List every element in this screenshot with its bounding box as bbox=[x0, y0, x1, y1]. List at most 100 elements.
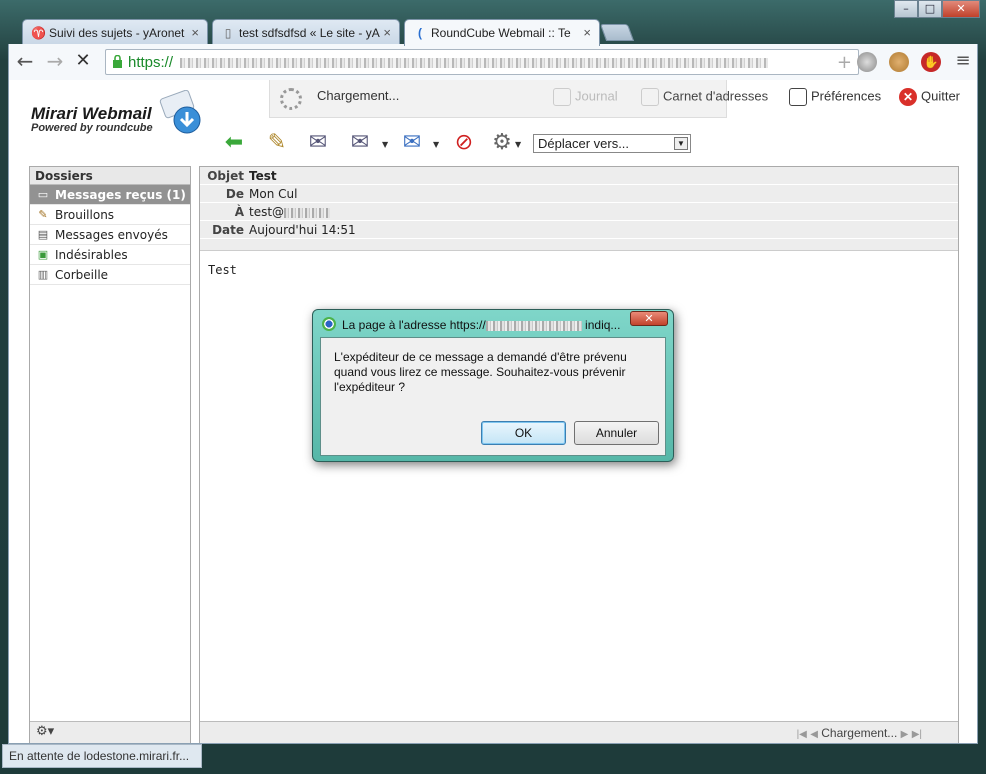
more-actions-gear-icon[interactable]: ⚙ bbox=[487, 128, 517, 158]
pagination: |◀ ◀ Chargement... ▶ ▶| bbox=[797, 722, 922, 743]
pagination-status: Chargement... bbox=[821, 726, 898, 740]
prev-page-icon[interactable]: ◀ bbox=[810, 729, 818, 740]
folder-label: Messages envoyés bbox=[55, 228, 168, 242]
date-value: Aujourd'hui 14:51 bbox=[249, 223, 356, 237]
menu-icon[interactable]: ≡ bbox=[951, 50, 975, 74]
tab-yaronet-subjects[interactable]: ♈ Suivi des sujets - yAronet × bbox=[22, 19, 208, 45]
preferences-link[interactable]: Préférences bbox=[789, 88, 881, 110]
folders-footer: ⚙▾ bbox=[30, 721, 190, 743]
more-actions-dropdown-icon[interactable]: ▼ bbox=[515, 140, 521, 149]
message-footer: |◀ ◀ Chargement... ▶ ▶| bbox=[200, 721, 958, 743]
address-book-icon bbox=[641, 88, 659, 106]
webmail-logo-icon bbox=[159, 90, 201, 134]
cancel-button[interactable]: Annuler bbox=[574, 421, 659, 445]
contacts-label: Carnet d'adresses bbox=[663, 88, 769, 104]
reply-all-icon[interactable]: ✉ bbox=[345, 128, 375, 158]
spinner-icon bbox=[280, 88, 302, 110]
subject-value: Test bbox=[249, 169, 277, 183]
folder-trash[interactable]: ▥ Corbeille bbox=[30, 265, 190, 285]
forward-arrow-icon[interactable]: → bbox=[43, 50, 67, 74]
back-to-list-icon[interactable]: ⬅ bbox=[219, 128, 249, 158]
reply-all-dropdown-icon[interactable]: ▼ bbox=[382, 140, 388, 149]
dialog-title-prefix: La page à l'adresse https:// bbox=[342, 318, 486, 332]
folder-label: Indésirables bbox=[55, 248, 128, 262]
browser-window: ♈ Suivi des sujets - yAronet × ▯ test sd… bbox=[0, 0, 986, 774]
dialog-close-button[interactable]: ✕ bbox=[630, 311, 668, 326]
from-value[interactable]: Mon Cul bbox=[249, 185, 297, 203]
journal-label: Journal bbox=[575, 88, 618, 104]
quit-link[interactable]: ✕ Quitter bbox=[899, 88, 960, 110]
last-page-icon[interactable]: ▶| bbox=[912, 729, 922, 740]
url-scheme: https:// bbox=[128, 54, 174, 71]
preferences-icon bbox=[789, 88, 807, 106]
from-label: De bbox=[225, 187, 244, 201]
loading-icon: ( bbox=[418, 26, 422, 40]
message-body: Test bbox=[208, 263, 237, 277]
journal-link[interactable]: Journal bbox=[553, 88, 618, 110]
maximize-button[interactable]: □ bbox=[918, 0, 942, 18]
new-tab-button[interactable] bbox=[599, 24, 635, 41]
chrome-icon bbox=[322, 317, 336, 331]
move-to-label: Déplacer vers... bbox=[538, 136, 630, 151]
dialog-title-suffix: indiq... bbox=[581, 318, 621, 332]
ok-button[interactable]: OK bbox=[481, 421, 566, 445]
to-label: À bbox=[234, 205, 244, 219]
forward-icon[interactable]: ✉ bbox=[397, 128, 427, 158]
dialog-message: L'expéditeur de ce message a demandé d'ê… bbox=[334, 350, 627, 394]
chevron-down-icon: ▼ bbox=[674, 137, 688, 150]
compose-icon[interactable]: ✎ bbox=[262, 128, 292, 158]
next-page-icon[interactable]: ▶ bbox=[901, 729, 909, 740]
journal-icon bbox=[553, 88, 571, 106]
folders-panel: Dossiers ▭ Messages reçus (1) ✎ Brouillo… bbox=[29, 166, 191, 743]
adblock-icon[interactable]: ✋ bbox=[921, 52, 941, 72]
sent-icon: ▤ bbox=[37, 228, 49, 241]
folder-label: Brouillons bbox=[55, 208, 115, 222]
inbox-icon: ▭ bbox=[37, 188, 49, 201]
header-subject: Objet Test bbox=[200, 167, 958, 185]
date-label: Date bbox=[212, 223, 244, 237]
tab-roundcube[interactable]: ( RoundCube Webmail :: Te × bbox=[404, 19, 600, 46]
quit-label: Quitter bbox=[921, 88, 961, 104]
logo-title: Mirari Webmail bbox=[31, 104, 152, 123]
close-tab-icon[interactable]: × bbox=[583, 25, 591, 40]
quit-icon: ✕ bbox=[899, 88, 917, 106]
back-arrow-icon[interactable]: ← bbox=[13, 50, 37, 74]
page-icon: ▯ bbox=[224, 26, 232, 40]
delete-icon[interactable]: ⊘ bbox=[449, 128, 479, 158]
close-tab-icon[interactable]: × bbox=[191, 25, 199, 40]
close-tab-icon[interactable]: × bbox=[383, 25, 391, 40]
preferences-label: Préférences bbox=[811, 88, 882, 104]
subject-label: Objet bbox=[207, 169, 244, 183]
contacts-link[interactable]: Carnet d'adresses bbox=[641, 88, 768, 110]
header-from: De Mon Cul bbox=[200, 185, 958, 203]
stop-icon[interactable]: ✕ bbox=[71, 50, 95, 74]
pencil-icon: ✎ bbox=[38, 208, 48, 221]
globe-icon[interactable] bbox=[857, 52, 877, 72]
folder-drafts[interactable]: ✎ Brouillons bbox=[30, 205, 190, 225]
reply-icon[interactable]: ✉ bbox=[303, 128, 333, 158]
forward-dropdown-icon[interactable]: ▼ bbox=[433, 140, 439, 149]
tab-title: Suivi des sujets - yAronet bbox=[49, 26, 185, 40]
trash-icon: ▥ bbox=[37, 268, 49, 281]
lock-icon bbox=[113, 55, 122, 68]
tab-test-page[interactable]: ▯ test sdfsdfsd « Le site - yA × bbox=[212, 19, 400, 45]
header-divider bbox=[200, 239, 958, 251]
folder-junk[interactable]: ▣ Indésirables bbox=[30, 245, 190, 265]
cookie-icon[interactable] bbox=[889, 52, 909, 72]
folder-label: Messages reçus (1) bbox=[55, 188, 186, 202]
folder-sent[interactable]: ▤ Messages envoyés bbox=[30, 225, 190, 245]
redacted-host bbox=[485, 320, 582, 331]
close-window-button[interactable]: ✕ bbox=[942, 0, 980, 18]
folder-settings-gear-icon[interactable]: ⚙▾ bbox=[36, 724, 54, 739]
folder-inbox[interactable]: ▭ Messages reçus (1) bbox=[30, 185, 190, 205]
minimize-button[interactable]: – bbox=[894, 0, 918, 18]
to-address: test@ bbox=[249, 205, 285, 219]
loading-text: Chargement... bbox=[317, 88, 400, 103]
address-bar[interactable]: https:// + bbox=[105, 49, 859, 75]
to-value[interactable]: test@ bbox=[249, 203, 331, 221]
folder-label: Corbeille bbox=[55, 268, 109, 282]
plus-icon[interactable]: + bbox=[837, 52, 852, 73]
first-page-icon[interactable]: |◀ bbox=[797, 729, 807, 740]
move-to-select[interactable]: Déplacer vers... ▼ bbox=[533, 134, 691, 153]
header-date: Date Aujourd'hui 14:51 bbox=[200, 221, 958, 239]
